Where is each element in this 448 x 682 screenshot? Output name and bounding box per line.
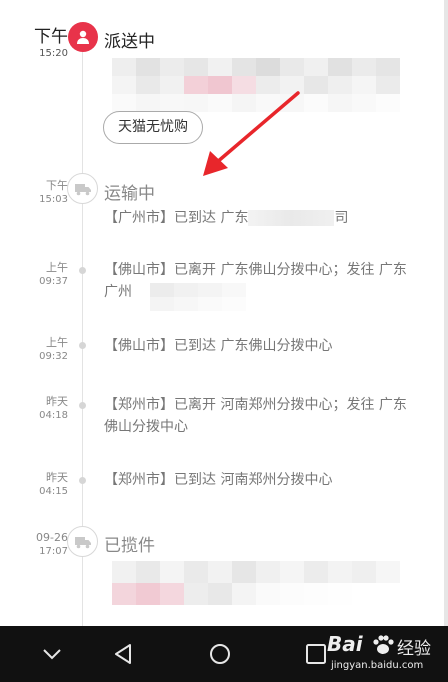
watermark-brand: Bai [327,632,363,656]
tracking-page: 下午 15:20 派送中 天猫无忧购 下午 15:03 运输中 【广州市】已到达… [0,0,448,626]
home-icon[interactable] [206,640,234,668]
watermark-suffix: 经验 [397,639,431,659]
annotation-arrow [203,91,300,176]
chevron-down-icon[interactable] [38,640,66,668]
watermark: Bai 经验 jingyan.baidu.com [325,630,440,680]
watermark-url: jingyan.baidu.com [331,660,424,671]
back-icon[interactable] [110,640,138,668]
paw-icon [373,635,394,654]
